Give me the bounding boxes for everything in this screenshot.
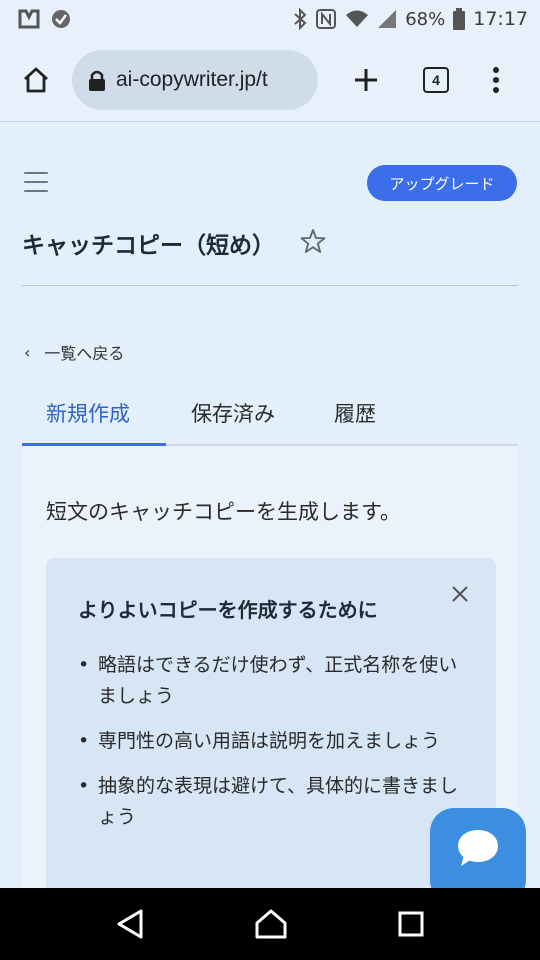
recents-icon[interactable]: [397, 910, 425, 938]
close-icon[interactable]: [450, 584, 470, 604]
intro-text: 短文のキャッチコピーを生成します。: [46, 500, 401, 524]
battery-icon: [453, 8, 466, 30]
tab-saved[interactable]: 保存済み: [191, 398, 275, 428]
new-tab-button[interactable]: [344, 58, 388, 102]
tips-box: よりよいコピーを作成するために 略語はできるだけ使わず、正式名称を使いましょう …: [46, 558, 496, 918]
page-title: キャッチコピー（短め）: [22, 233, 275, 259]
list-item: 抽象的な表現は避けて、具体的に書きましょう: [76, 771, 476, 833]
back-label: 一覧へ戻る: [44, 344, 125, 363]
check-badge-icon: [52, 10, 70, 28]
browser-toolbar: ai-copywriter.jp/t 4: [0, 38, 540, 122]
menu-icon[interactable]: [24, 172, 48, 192]
nfc-icon: [316, 9, 337, 29]
wifi-icon: [346, 10, 369, 27]
header-divider: [22, 285, 518, 286]
tab-history[interactable]: 履歴: [334, 398, 376, 428]
tab-count: 4: [423, 66, 449, 93]
signal-icon: [378, 10, 397, 28]
clock: 17:17: [473, 8, 528, 30]
tips-title: よりよいコピーを作成するために: [78, 598, 378, 622]
home-button[interactable]: [14, 58, 58, 102]
upgrade-button[interactable]: アップグレード: [367, 165, 517, 201]
lock-icon: [89, 70, 105, 91]
address-bar[interactable]: ai-copywriter.jp/t: [72, 49, 318, 110]
home-icon: [24, 67, 48, 92]
home-nav-icon[interactable]: [254, 908, 288, 940]
chat-bubble-icon: [458, 830, 498, 866]
tab-new[interactable]: 新規作成: [46, 398, 130, 428]
more-vert-icon: [493, 66, 499, 93]
tips-list: 略語はできるだけ使わず、正式名称を使いましょう 専門性の高い用語は説明を加えまし…: [76, 650, 476, 847]
status-left: [18, 8, 72, 30]
plus-icon: [355, 68, 377, 91]
system-nav-bar: [0, 888, 540, 960]
battery-percent: 68%: [405, 8, 446, 30]
page-content: アップグレード キャッチコピー（短め） ‹ 一覧へ戻る 新規作成 保存済み 履歴…: [0, 122, 540, 918]
app-notification-icon: [18, 9, 40, 29]
url-text: ai-copywriter.jp/t: [116, 67, 268, 91]
status-bar: 68% 17:17: [0, 0, 540, 38]
favorite-star-icon[interactable]: [300, 228, 326, 254]
bluetooth-icon: [294, 8, 307, 30]
back-to-list-link[interactable]: ‹ 一覧へ戻る: [24, 340, 124, 364]
tab-bar: 新規作成 保存済み 履歴: [22, 392, 518, 446]
tab-switcher-button[interactable]: 4: [414, 58, 458, 102]
browser-menu-button[interactable]: [474, 58, 518, 102]
back-icon[interactable]: [115, 908, 145, 940]
list-item: 専門性の高い用語は説明を加えましょう: [76, 726, 476, 757]
list-item: 略語はできるだけ使わず、正式名称を使いましょう: [76, 650, 476, 712]
status-right: 68% 17:17: [293, 8, 528, 30]
chevron-left-icon: ‹: [24, 342, 31, 362]
